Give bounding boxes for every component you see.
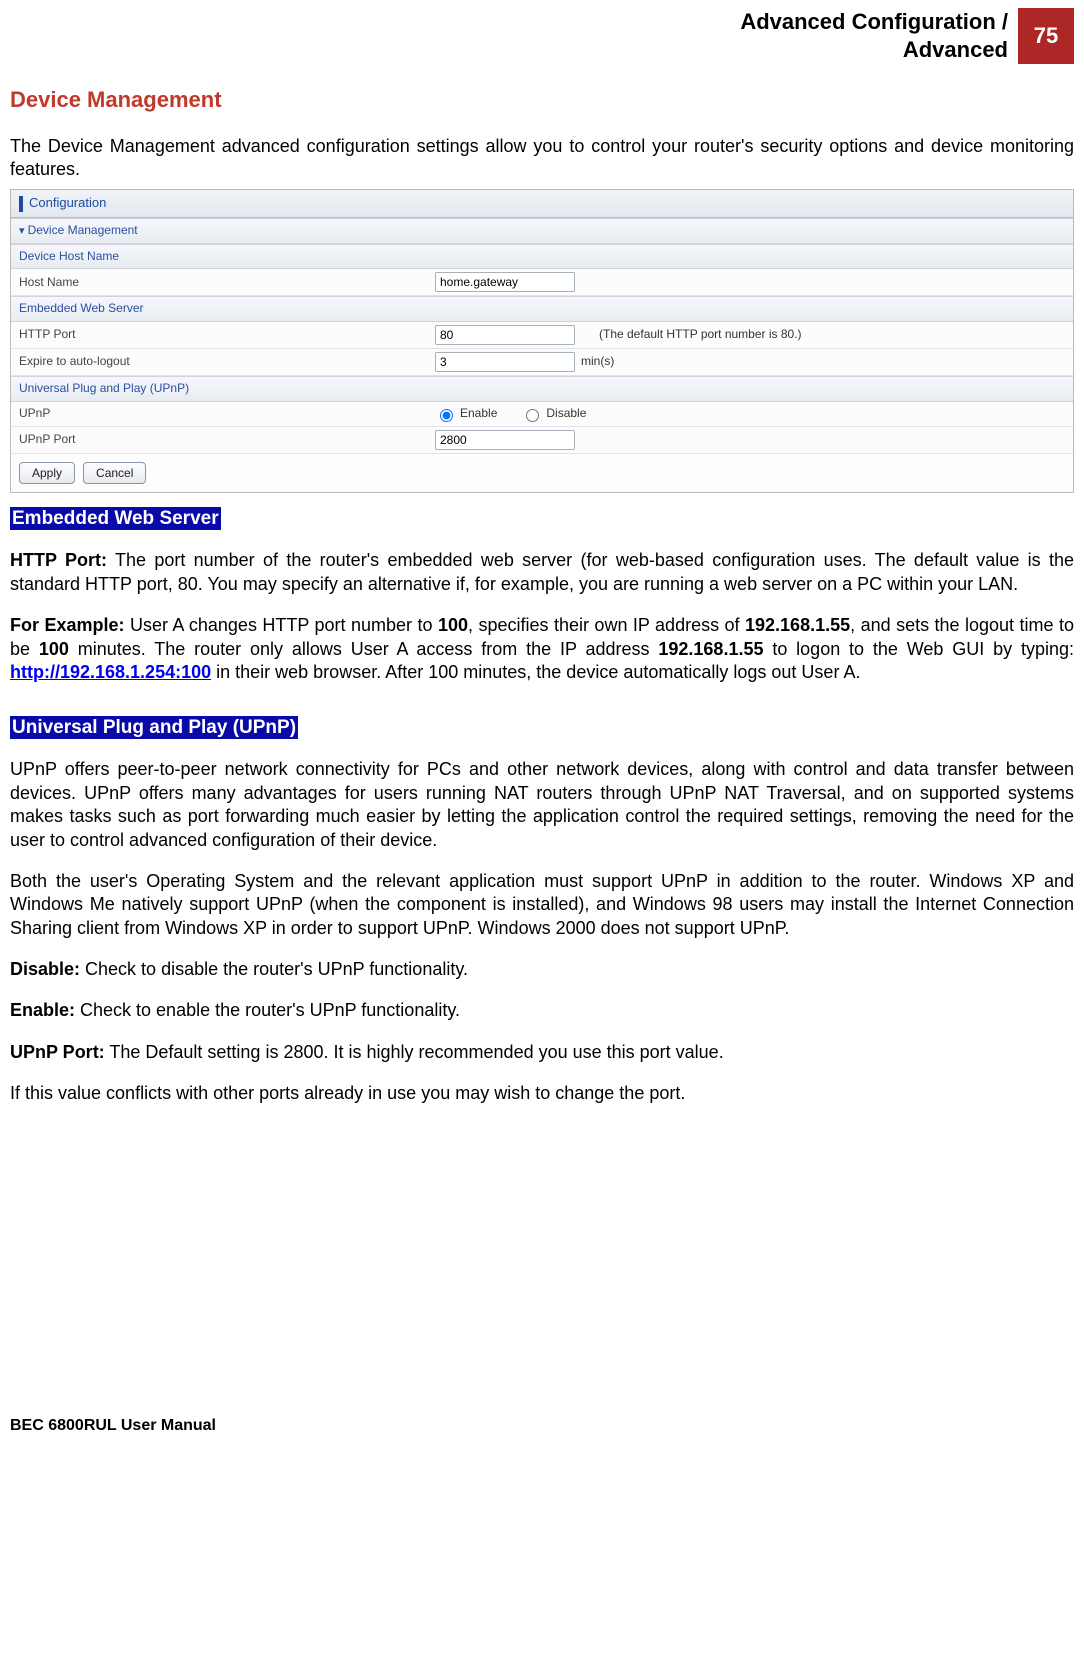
upnp-disable-radio[interactable] bbox=[526, 409, 539, 422]
section-embedded-web-server: Embedded Web Server bbox=[11, 296, 1073, 322]
row-host-name: Host Name bbox=[11, 269, 1073, 296]
http-port-input[interactable] bbox=[435, 325, 575, 345]
disable-paragraph: Disable: Check to disable the router's U… bbox=[10, 958, 1074, 981]
upnp-port-input[interactable] bbox=[435, 430, 575, 450]
upnp-enable-radio[interactable] bbox=[440, 409, 453, 422]
intro-paragraph: The Device Management advanced configura… bbox=[10, 135, 1074, 182]
host-name-input[interactable] bbox=[435, 272, 575, 292]
heading-ews: Embedded Web Server bbox=[10, 507, 221, 530]
heading-upnp: Universal Plug and Play (UPnP) bbox=[10, 716, 298, 739]
config-panel: Configuration Device Management Device H… bbox=[10, 189, 1074, 492]
section-upnp: Universal Plug and Play (UPnP) bbox=[11, 376, 1073, 402]
upnp-port-label: UPnP Port bbox=[11, 428, 427, 452]
expire-suffix: min(s) bbox=[581, 354, 614, 370]
example-lead: For Example: bbox=[10, 615, 125, 635]
section-device-host-name: Device Host Name bbox=[11, 244, 1073, 270]
row-upnp: UPnP Enable Disable bbox=[11, 402, 1073, 427]
host-name-label: Host Name bbox=[11, 271, 427, 295]
upnp-label: UPnP bbox=[11, 402, 427, 426]
expire-label: Expire to auto-logout bbox=[11, 350, 427, 374]
row-expire: Expire to auto-logout min(s) bbox=[11, 349, 1073, 376]
header-title-line2: Advanced bbox=[903, 37, 1008, 62]
cancel-button[interactable]: Cancel bbox=[83, 462, 146, 484]
expire-input[interactable] bbox=[435, 352, 575, 372]
page-header: Advanced Configuration / Advanced 75 bbox=[10, 0, 1074, 64]
row-upnp-port: UPnP Port bbox=[11, 427, 1073, 454]
upnp-enable-label: Enable bbox=[460, 406, 497, 422]
footer-text: BEC 6800RUL User Manual bbox=[10, 1416, 1074, 1447]
upnp-paragraph-1: UPnP offers peer-to-peer network connect… bbox=[10, 758, 1074, 852]
http-port-text: The port number of the router's embedded… bbox=[10, 550, 1074, 593]
config-header: Configuration bbox=[11, 190, 1073, 218]
http-port-hint: (The default HTTP port number is 80.) bbox=[599, 327, 802, 343]
disable-lead: Disable: bbox=[10, 959, 80, 979]
http-port-lead: HTTP Port: bbox=[10, 550, 107, 570]
apply-button[interactable]: Apply bbox=[19, 462, 75, 484]
conflict-paragraph: If this value conflicts with other ports… bbox=[10, 1082, 1074, 1105]
upnp-paragraph-2: Both the user's Operating System and the… bbox=[10, 870, 1074, 940]
example-paragraph: For Example: User A changes HTTP port nu… bbox=[10, 614, 1074, 684]
http-port-label: HTTP Port bbox=[11, 323, 427, 347]
upnp-port-paragraph: UPnP Port: The Default setting is 2800. … bbox=[10, 1041, 1074, 1064]
header-title-line1: Advanced Configuration / bbox=[740, 9, 1008, 34]
http-port-paragraph: HTTP Port: The port number of the router… bbox=[10, 549, 1074, 596]
row-http-port: HTTP Port (The default HTTP port number … bbox=[11, 322, 1073, 349]
example-url-link[interactable]: http://192.168.1.254:100 bbox=[10, 662, 211, 682]
config-header-label: Configuration bbox=[29, 195, 106, 212]
section-device-management[interactable]: Device Management bbox=[11, 218, 1073, 244]
upnp-port-lead: UPnP Port: bbox=[10, 1042, 105, 1062]
section-title: Device Management bbox=[10, 86, 1074, 115]
upnp-disable-label: Disable bbox=[546, 406, 586, 422]
enable-paragraph: Enable: Check to enable the router's UPn… bbox=[10, 999, 1074, 1022]
enable-lead: Enable: bbox=[10, 1000, 75, 1020]
page-number: 75 bbox=[1018, 8, 1074, 64]
